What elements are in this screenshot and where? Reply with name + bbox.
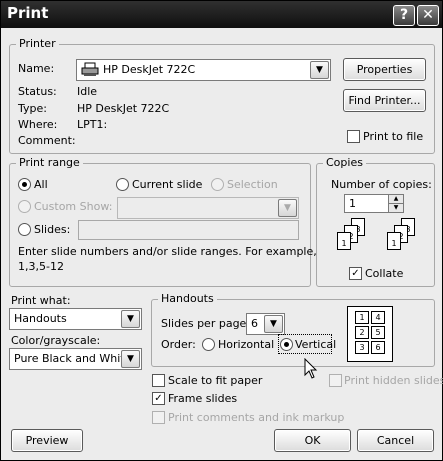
print-comments-checkbox[interactable] (152, 411, 165, 424)
print-comments-label: Print comments and ink markup (168, 411, 345, 424)
slides-radio[interactable] (18, 223, 31, 236)
vertical-radio[interactable] (280, 338, 293, 351)
color-label: Color/grayscale: (11, 334, 101, 347)
find-printer-button[interactable]: Find Printer... (343, 89, 426, 112)
scale-to-fit-label: Scale to fit paper (168, 374, 263, 387)
chevron-down-icon[interactable]: ▼ (121, 310, 140, 328)
preview-button[interactable]: Preview (11, 429, 83, 452)
selection-radio[interactable] (211, 178, 224, 191)
slides-per-page-label: Slides per page: (161, 317, 251, 330)
selection-label: Selection (227, 178, 278, 191)
handouts-label: Handouts (158, 292, 217, 305)
print-hidden-label: Print hidden slides (344, 374, 443, 387)
print-range-label: Print range (16, 156, 83, 169)
preview-cell: 2 (355, 326, 369, 339)
all-label: All (34, 178, 48, 191)
comment-label: Comment: (18, 134, 76, 147)
slides-per-page-select[interactable]: 6 ▼ (246, 313, 285, 335)
current-slide-label: Current slide (132, 178, 203, 191)
copies-label: Copies (323, 156, 366, 169)
status-label: Status: (18, 85, 57, 98)
dialog-title: Print (7, 4, 49, 22)
chevron-down-icon[interactable]: ▼ (310, 61, 329, 79)
preview-cell: 3 (355, 341, 369, 354)
chevron-down-icon[interactable]: ▼ (278, 199, 297, 217)
where-label: Where: (18, 118, 58, 131)
print-to-file-checkbox[interactable] (347, 130, 360, 143)
close-button[interactable]: ✕ (417, 5, 439, 26)
spin-down-icon[interactable]: ▼ (388, 203, 404, 213)
horizontal-radio[interactable] (202, 338, 215, 351)
help-button[interactable]: ? (393, 5, 415, 26)
preview-cell: 1 (355, 311, 369, 324)
current-slide-radio[interactable] (116, 178, 129, 191)
print-what-label: Print what: (11, 294, 71, 307)
custom-show-select[interactable]: ▼ (117, 197, 299, 219)
frame-slides-checkbox[interactable]: ✓ (152, 392, 165, 405)
mouse-cursor-icon (304, 357, 318, 383)
custom-show-radio[interactable] (18, 200, 31, 213)
chevron-down-icon[interactable]: ▼ (121, 350, 140, 368)
preview-cell: 4 (371, 311, 385, 324)
collate-label: Collate (365, 267, 404, 280)
range-hint-example: 1,3,5-12 (18, 260, 64, 273)
status-value: Idle (77, 85, 98, 98)
number-of-copies-label: Number of copies: (331, 178, 432, 191)
preview-cell: 6 (371, 341, 385, 354)
handout-preview: 1 4 2 5 3 6 (347, 306, 393, 362)
print-what-select[interactable]: Handouts ▼ (9, 308, 142, 330)
cancel-button[interactable]: Cancel (357, 429, 434, 452)
chevron-down-icon[interactable]: ▼ (264, 315, 283, 333)
color-select[interactable]: Pure Black and White ▼ (9, 348, 142, 370)
slides-per-page-value: 6 (251, 317, 258, 330)
print-what-value: Handouts (14, 312, 67, 325)
collate-checkbox[interactable]: ✓ (349, 267, 362, 280)
ok-button[interactable]: OK (274, 429, 351, 452)
print-dialog: Print ? ✕ Printer Name: HP DeskJet 722C … (0, 0, 443, 461)
type-value: HP DeskJet 722C (77, 102, 170, 115)
printer-name-label: Name: (18, 62, 55, 75)
scale-to-fit-checkbox[interactable] (152, 374, 165, 387)
print-to-file-label: Print to file (363, 130, 424, 143)
order-label: Order: (161, 338, 196, 351)
where-value: LPT1: (77, 118, 108, 131)
type-label: Type: (18, 102, 47, 115)
range-hint: Enter slide numbers and/or slide ranges.… (18, 245, 317, 258)
copies-value: 1 (349, 197, 356, 210)
printer-name-select[interactable]: HP DeskJet 722C ▼ (76, 59, 331, 81)
color-value: Pure Black and White (14, 352, 132, 365)
slides-label: Slides: (34, 223, 71, 236)
printer-name-value: HP DeskJet 722C (103, 63, 196, 76)
slides-input[interactable] (78, 220, 299, 240)
horizontal-label: Horizontal (218, 338, 275, 351)
custom-show-label: Custom Show: (34, 200, 113, 213)
preview-cell: 5 (371, 326, 385, 339)
properties-button[interactable]: Properties (343, 58, 426, 81)
print-hidden-checkbox[interactable] (329, 374, 342, 387)
collate-pages-illustration-2: 3 2 1 (379, 216, 429, 256)
printer-group-label: Printer (16, 37, 59, 50)
collate-pages-illustration-1: 3 2 1 (329, 216, 379, 256)
all-radio[interactable] (18, 178, 31, 191)
frame-slides-label: Frame slides (168, 392, 238, 405)
vertical-label: Vertical (295, 338, 337, 351)
printer-icon (81, 62, 99, 80)
title-bar: Print ? ✕ (1, 1, 442, 28)
